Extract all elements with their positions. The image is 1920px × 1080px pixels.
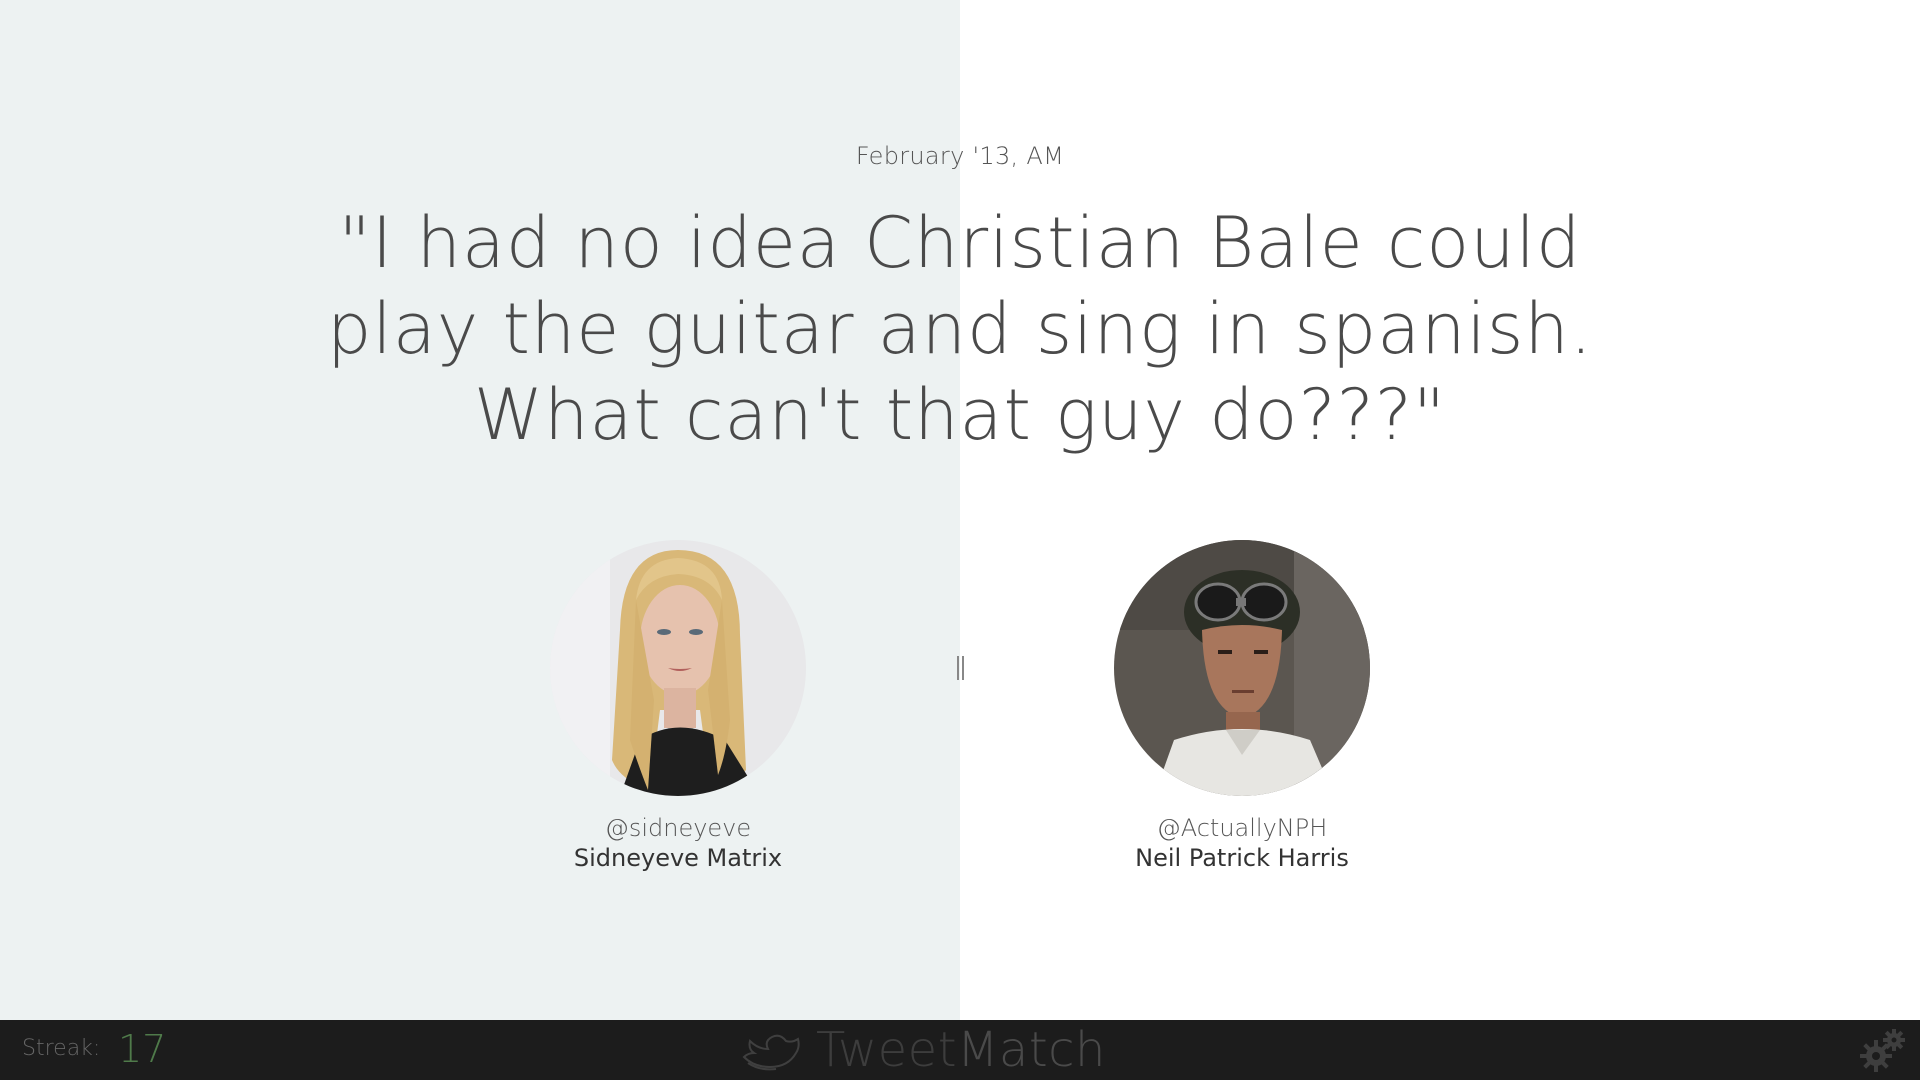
brand: TweetMatch (740, 1022, 1106, 1078)
footer-bar: Streak: 17 TweetMatch (0, 1020, 1920, 1080)
candidate-left-name: Sidneyeve Matrix (573, 844, 783, 872)
candidate-left[interactable]: @sidneyeve Sidneyeve Matrix (498, 540, 858, 872)
candidate-right-name: Neil Patrick Harris (1135, 844, 1349, 872)
tweet-text: "I had no idea Christian Bale could play… (326, 202, 1594, 456)
brand-name-strong: Match (957, 1022, 1106, 1078)
game-stage: February '13, AM "I had no idea Christia… (0, 0, 1920, 1020)
streak-value: 17 (118, 1027, 167, 1071)
avatar-right[interactable] (1114, 540, 1370, 796)
brand-name-light: Tweet (816, 1022, 958, 1078)
candidate-right-handle: @ActuallyNPH (1156, 814, 1328, 842)
streak-label: Streak: (22, 1036, 101, 1061)
avatar-left-image (550, 540, 806, 796)
gear-icon[interactable] (1860, 1028, 1906, 1072)
candidate-right[interactable]: @ActuallyNPH Neil Patrick Harris (1062, 540, 1422, 872)
candidate-left-handle: @sidneyeve (604, 814, 752, 842)
bird-logo-icon (742, 1034, 800, 1071)
tweet-date: February '13, AM (855, 142, 1065, 170)
avatar-left[interactable] (550, 540, 806, 796)
divider-bars-icon (955, 656, 965, 680)
brand-name: TweetMatch (816, 1022, 1106, 1078)
avatar-right-image (1114, 540, 1370, 796)
